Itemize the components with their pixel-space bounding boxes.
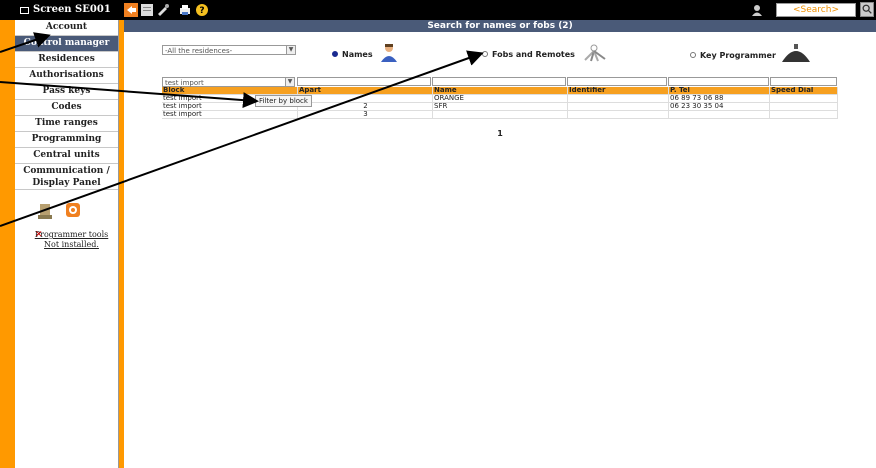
column-header[interactable]: Identifier xyxy=(568,87,669,94)
screen-label: Screen SE001 xyxy=(20,0,120,20)
sidebar-item-pass-keys[interactable]: Pass keys xyxy=(15,84,118,100)
option-names[interactable]: Names xyxy=(332,44,401,62)
person-icon xyxy=(380,44,397,62)
programmer-tools-link[interactable]: ✕ Programmer tools Not installed. xyxy=(15,230,118,250)
sidebar: Account Control manager Residences Autho… xyxy=(15,20,119,468)
column-header[interactable]: Block xyxy=(162,87,298,94)
sidebar-item-codes[interactable]: Codes xyxy=(15,100,118,116)
table-cell xyxy=(568,95,669,102)
close-icon: ✕ xyxy=(35,230,43,240)
table-cell xyxy=(433,111,568,118)
table-row[interactable]: test import 3 xyxy=(162,111,838,119)
sidebar-item-communication-display-panel[interactable]: Communication / Display Panel xyxy=(15,164,118,190)
fobs-radio[interactable] xyxy=(482,51,488,57)
block-filter-value: test import xyxy=(165,79,204,87)
main-panel: Search for names or fobs (2) -All the re… xyxy=(124,20,876,468)
monitor-icon xyxy=(20,6,29,14)
table-cell: test import xyxy=(162,111,298,118)
residence-select[interactable]: -All the residences- ▼ xyxy=(162,45,296,55)
column-header[interactable]: Apart xyxy=(298,87,433,94)
top-toolbar: Screen SE001 ? <Search> xyxy=(0,0,876,20)
keys-icon xyxy=(584,44,606,62)
table-cell: 06 89 73 06 88 xyxy=(669,95,770,102)
table-cell xyxy=(568,103,669,110)
pagination-current-page[interactable]: 1 xyxy=(124,129,876,138)
table-cell: 2 xyxy=(298,103,433,110)
sidebar-item-programming[interactable]: Programming xyxy=(15,132,118,148)
fobs-label: Fobs and Remotes xyxy=(492,49,575,59)
filter-tooltip: Filter by block xyxy=(255,95,312,107)
key-programmer-radio[interactable] xyxy=(690,52,696,58)
page-title: Search for names or fobs (2) xyxy=(124,20,876,32)
screen-title: Screen SE001 xyxy=(33,4,111,15)
table-cell: ORANGE xyxy=(433,95,568,102)
sidebar-item-central-units[interactable]: Central units xyxy=(15,148,118,164)
apart-filter-input[interactable] xyxy=(297,77,432,86)
table-cell: 06 23 30 35 04 xyxy=(669,103,770,110)
chevron-down-icon: ▼ xyxy=(286,46,295,54)
speed-dial-filter-input[interactable] xyxy=(769,77,838,86)
tel-filter-input[interactable] xyxy=(668,77,769,86)
column-header[interactable]: Name xyxy=(433,87,568,94)
table-cell: 3 xyxy=(298,111,433,118)
table-filter-row: test import ▼ xyxy=(162,77,838,87)
key-programmer-label: Key Programmer xyxy=(700,50,776,60)
name-filter-input[interactable] xyxy=(432,77,567,86)
help-icon[interactable]: ? xyxy=(195,3,209,17)
sidebar-icons xyxy=(15,190,118,230)
sidebar-item-account[interactable]: Account xyxy=(15,20,118,36)
key-programmer-device-icon xyxy=(781,44,810,62)
names-radio[interactable] xyxy=(332,51,338,57)
column-header[interactable]: Speed Dial xyxy=(770,87,838,94)
chevron-down-icon: ▼ xyxy=(285,78,295,86)
orange-circle-tool-icon[interactable] xyxy=(65,202,81,218)
sidebar-item-residences[interactable]: Residences xyxy=(15,52,118,68)
search-icon[interactable] xyxy=(860,2,874,17)
column-header[interactable]: P. Tel xyxy=(669,87,770,94)
table-header-row: Block Apart Name Identifier P. Tel Speed… xyxy=(162,87,838,95)
programmer-device-icon[interactable] xyxy=(37,202,53,220)
option-fobs-and-remotes[interactable]: Fobs and Remotes xyxy=(482,44,609,62)
residence-select-value: -All the residences- xyxy=(165,47,233,55)
option-key-programmer[interactable]: Key Programmer xyxy=(690,44,812,64)
tool-icon[interactable] xyxy=(156,3,170,17)
svg-text:?: ? xyxy=(199,6,204,16)
table-cell xyxy=(568,111,669,118)
table-cell xyxy=(770,95,838,102)
table-cell xyxy=(669,111,770,118)
document-icon[interactable] xyxy=(140,3,154,17)
back-arrow-icon[interactable] xyxy=(124,3,138,17)
search-input[interactable]: <Search> xyxy=(776,3,856,17)
table-cell xyxy=(298,95,433,102)
table-cell: SFR xyxy=(433,103,568,110)
programmer-tools-line2: Not installed. xyxy=(44,240,99,249)
sidebar-item-control-manager[interactable]: Control manager xyxy=(15,36,118,52)
table-cell xyxy=(770,111,838,118)
sidebar-item-authorisations[interactable]: Authorisations xyxy=(15,68,118,84)
block-filter-select[interactable]: test import ▼ xyxy=(162,77,296,87)
names-label: Names xyxy=(342,49,373,59)
sidebar-item-time-ranges[interactable]: Time ranges xyxy=(15,116,118,132)
identifier-filter-input[interactable] xyxy=(567,77,668,86)
user-icon[interactable] xyxy=(750,3,764,17)
table-cell xyxy=(770,103,838,110)
print-icon[interactable] xyxy=(178,3,192,17)
